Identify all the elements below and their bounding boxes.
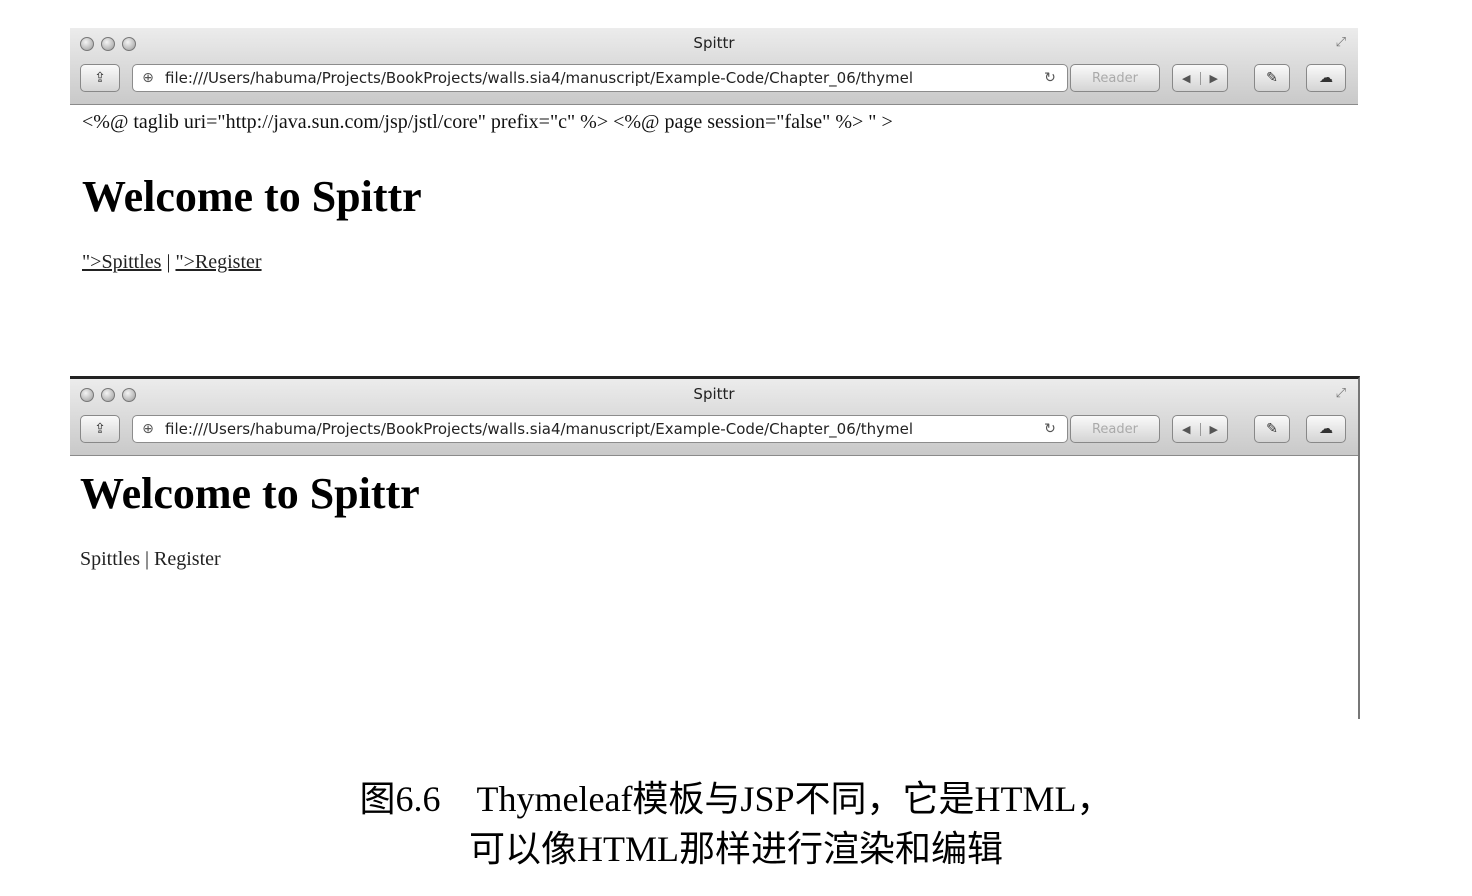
share-button[interactable]: ⇪ bbox=[80, 64, 120, 92]
browser-window-jsp: Spittr ⤢ ⇪ ⊕ file:///Users/habuma/Projec… bbox=[70, 28, 1358, 318]
address-bar[interactable]: ⊕ file:///Users/habuma/Projects/BookProj… bbox=[132, 415, 1068, 443]
title-bar: Spittr ⤢ bbox=[70, 379, 1358, 413]
fullscreen-icon[interactable]: ⤢ bbox=[1336, 35, 1346, 50]
tools-button[interactable]: ✎ bbox=[1254, 415, 1290, 443]
forward-arrow-icon[interactable]: ▶ bbox=[1199, 422, 1228, 436]
reload-icon[interactable]: ↻ bbox=[1039, 421, 1061, 437]
globe-icon: ⊕ bbox=[142, 70, 154, 86]
reader-button[interactable]: Reader bbox=[1070, 415, 1160, 443]
register-link[interactable]: Register bbox=[154, 548, 221, 570]
back-arrow-icon[interactable]: ◀ bbox=[1173, 423, 1200, 436]
nav-links: Spittles | Register bbox=[80, 548, 221, 571]
title-bar: Spittr ⤢ bbox=[70, 28, 1358, 62]
icloud-tabs-button[interactable]: ☁ bbox=[1306, 415, 1346, 443]
browser-window-thymeleaf: Spittr ⤢ ⇪ ⊕ file:///Users/habuma/Projec… bbox=[70, 376, 1360, 719]
wrench-icon: ✎ bbox=[1266, 421, 1278, 437]
browser-toolbar: ⇪ ⊕ file:///Users/habuma/Projects/BookPr… bbox=[70, 64, 1358, 94]
link-separator: | bbox=[161, 251, 176, 273]
url-text[interactable]: file:///Users/habuma/Projects/BookProjec… bbox=[165, 69, 1039, 87]
spittles-link[interactable]: ">Spittles bbox=[82, 251, 161, 273]
back-forward-buttons: ◀ ▶ bbox=[1172, 64, 1228, 92]
figure-caption-line-1: 图6.6 Thymeleaf模板与JSP不同，它是HTML， bbox=[359, 779, 1113, 819]
url-text[interactable]: file:///Users/habuma/Projects/BookProjec… bbox=[165, 420, 1039, 438]
fullscreen-icon[interactable]: ⤢ bbox=[1336, 386, 1346, 401]
browser-chrome: Spittr ⤢ ⇪ ⊕ file:///Users/habuma/Projec… bbox=[70, 379, 1358, 456]
icloud-tabs-button[interactable]: ☁ bbox=[1306, 64, 1346, 92]
browser-toolbar: ⇪ ⊕ file:///Users/habuma/Projects/BookPr… bbox=[70, 415, 1358, 445]
window-title: Spittr bbox=[693, 385, 735, 403]
figure-caption-line-2: 可以像HTML那样进行渲染和编辑 bbox=[469, 829, 1003, 869]
cloud-icon: ☁ bbox=[1319, 421, 1333, 437]
forward-arrow-icon[interactable]: ▶ bbox=[1199, 71, 1228, 85]
browser-chrome: Spittr ⤢ ⇪ ⊕ file:///Users/habuma/Projec… bbox=[70, 28, 1358, 105]
page-heading: Welcome to Spittr bbox=[80, 469, 420, 518]
cloud-icon: ☁ bbox=[1319, 70, 1333, 86]
share-button[interactable]: ⇪ bbox=[80, 415, 120, 443]
globe-icon: ⊕ bbox=[142, 421, 154, 437]
share-icon: ⇪ bbox=[94, 421, 106, 437]
register-link[interactable]: ">Register bbox=[175, 251, 261, 273]
nav-links: ">Spittles | ">Register bbox=[82, 251, 262, 274]
window-title: Spittr bbox=[693, 34, 735, 52]
back-arrow-icon[interactable]: ◀ bbox=[1173, 72, 1200, 85]
jsp-directive-text: <%@ taglib uri="http://java.sun.com/jsp/… bbox=[82, 111, 893, 133]
back-forward-buttons: ◀ ▶ bbox=[1172, 415, 1228, 443]
wrench-icon: ✎ bbox=[1266, 70, 1278, 86]
spittles-link[interactable]: Spittles bbox=[80, 548, 140, 570]
reload-icon[interactable]: ↻ bbox=[1039, 70, 1061, 86]
page-heading: Welcome to Spittr bbox=[82, 172, 422, 221]
link-separator: | bbox=[140, 548, 155, 570]
reader-button[interactable]: Reader bbox=[1070, 64, 1160, 92]
address-bar[interactable]: ⊕ file:///Users/habuma/Projects/BookProj… bbox=[132, 64, 1068, 92]
share-icon: ⇪ bbox=[94, 70, 106, 86]
tools-button[interactable]: ✎ bbox=[1254, 64, 1290, 92]
